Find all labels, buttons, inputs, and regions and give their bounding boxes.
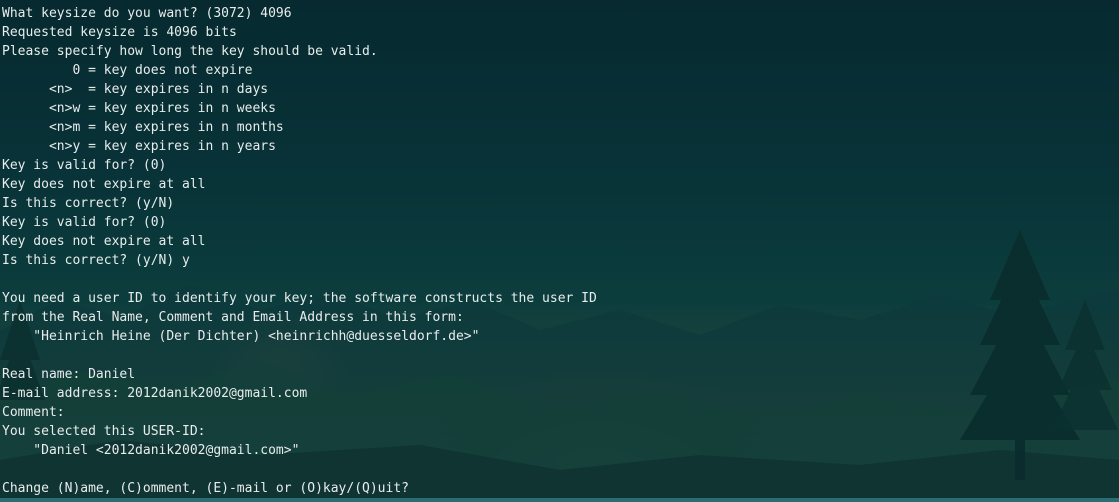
terminal-output[interactable]: What keysize do you want? (3072) 4096 Req… — [2, 4, 597, 498]
terminal-line: <n> = key expires in n days — [2, 82, 269, 97]
terminal-line: from the Real Name, Comment and Email Ad… — [2, 310, 464, 325]
terminal-line: Requested keysize is 4096 bits — [2, 25, 237, 40]
terminal-line: <n>y = key expires in n years — [2, 139, 276, 154]
terminal-line: 0 = key does not expire — [2, 63, 253, 78]
terminal-line: Key is valid for? (0) — [2, 215, 167, 230]
bottom-edge — [0, 498, 1119, 502]
terminal-line: Key does not expire at all — [2, 177, 206, 192]
terminal-line: You need a user ID to identify your key;… — [2, 291, 597, 306]
terminal-line: <n>m = key expires in n months — [2, 120, 284, 135]
terminal-line: E-mail address: 2012danik2002@gmail.com — [2, 386, 308, 401]
terminal-line: Comment: — [2, 405, 65, 420]
terminal-prompt-line[interactable]: Change (N)ame, (C)omment, (E)-mail or (O… — [2, 479, 597, 498]
terminal-window[interactable]: What keysize do you want? (3072) 4096 Req… — [0, 0, 1119, 502]
terminal-line: "Heinrich Heine (Der Dichter) <heinrichh… — [2, 329, 480, 344]
terminal-line: Key does not expire at all — [2, 234, 206, 249]
terminal-line: Is this correct? (y/N) y — [2, 253, 190, 268]
terminal-line: Real name: Daniel — [2, 367, 136, 382]
terminal-line: You selected this USER-ID: — [2, 424, 206, 439]
terminal-line: Key is valid for? (0) — [2, 158, 167, 173]
terminal-line: Is this correct? (y/N) — [2, 196, 175, 211]
terminal-line: <n>w = key expires in n weeks — [2, 101, 276, 116]
terminal-line: Please specify how long the key should b… — [2, 44, 378, 59]
terminal-line: "Daniel <2012danik2002@gmail.com>" — [2, 443, 300, 458]
terminal-line: What keysize do you want? (3072) 4096 — [2, 6, 292, 21]
